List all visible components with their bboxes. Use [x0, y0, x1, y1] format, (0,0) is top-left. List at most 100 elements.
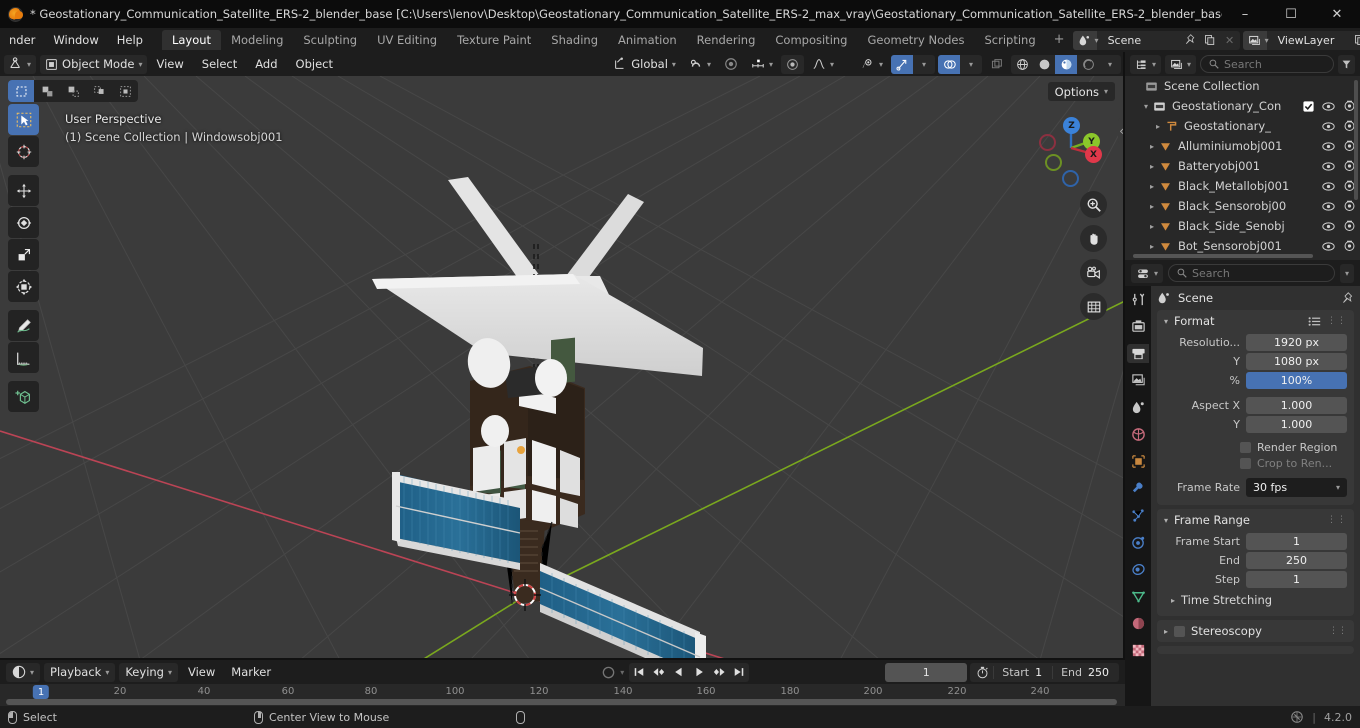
frame-start-field[interactable]: 1 — [1246, 533, 1347, 550]
outliner-search-input[interactable]: Search — [1200, 55, 1334, 73]
row-disclosure[interactable]: ▸ — [1145, 202, 1159, 211]
shading-mode-group[interactable]: ▾ — [1011, 54, 1121, 74]
gizmo-axis-x[interactable]: X — [1085, 146, 1102, 163]
jump-to-next-keyframe-button[interactable] — [709, 663, 729, 682]
frame-range-panel-header[interactable]: ▾ Frame Range ⋮⋮ — [1157, 509, 1354, 531]
rotate-tool-button[interactable] — [8, 207, 39, 238]
outliner-row-geostationary-collection[interactable]: ▾ Geostationary_Con — [1125, 96, 1360, 116]
overlay-toggle-group[interactable]: ▾ — [938, 54, 982, 74]
timeline-scrollbar[interactable] — [6, 699, 1117, 705]
view-layer-tab[interactable] — [1127, 371, 1149, 390]
outliner-row-bot-sensor[interactable]: ▸ Bot_Sensorobj001 — [1125, 236, 1360, 256]
row-disclosure[interactable]: ▸ — [1145, 182, 1159, 191]
world-tab[interactable] — [1127, 425, 1149, 444]
tab-compositing[interactable]: Compositing — [765, 30, 857, 50]
texture-tab[interactable] — [1127, 641, 1149, 660]
jump-to-start-button[interactable] — [629, 663, 649, 682]
timeline-editor-type-button[interactable]: ▾ — [6, 662, 41, 682]
menu-render[interactable]: nder — [0, 28, 44, 52]
outliner-vertical-scrollbar[interactable] — [1354, 80, 1358, 200]
timeline-view-menu[interactable]: View — [182, 663, 221, 682]
resolution-percent-field[interactable]: 100% — [1246, 372, 1347, 389]
select-mode-group[interactable] — [8, 80, 138, 102]
rendered-shading-icon[interactable] — [1077, 55, 1099, 74]
pin-id-icon[interactable] — [1341, 291, 1354, 305]
object-tab[interactable] — [1127, 452, 1149, 471]
gizmo-axis-neg-z[interactable] — [1062, 170, 1079, 187]
new-viewlayer-icon[interactable] — [1350, 31, 1360, 50]
annotate-tool-button[interactable] — [8, 310, 39, 341]
tab-texture-paint[interactable]: Texture Paint — [447, 30, 541, 50]
menu-help[interactable]: Help — [108, 28, 152, 52]
frame-rate-dropdown[interactable]: 30 fps ▾ — [1246, 478, 1347, 497]
chevron-down-icon[interactable]: ▾ — [1164, 516, 1168, 525]
menu-window[interactable]: Window — [44, 28, 107, 52]
select-extend-mode-icon[interactable] — [34, 80, 60, 102]
tool-tab[interactable] — [1127, 290, 1149, 309]
eye-icon[interactable] — [1322, 121, 1335, 132]
object-mode-selector[interactable]: Object Mode ▾ — [40, 54, 148, 74]
tab-sculpting[interactable]: Sculpting — [293, 30, 367, 50]
row-disclosure[interactable]: ▸ — [1145, 222, 1159, 231]
physics-tab[interactable] — [1127, 533, 1149, 552]
tab-scripting[interactable]: Scripting — [975, 30, 1046, 50]
resolution-y-field[interactable]: 1080 px — [1246, 353, 1347, 370]
select-invert-mode-icon[interactable] — [86, 80, 112, 102]
select-subtract-mode-icon[interactable] — [60, 80, 86, 102]
snap-magnet-button[interactable]: ▾ — [684, 55, 716, 74]
row-disclosure[interactable]: ▸ — [1145, 242, 1159, 251]
tab-rendering[interactable]: Rendering — [687, 30, 766, 50]
frame-end-field[interactable]: 250 — [1246, 552, 1347, 569]
select-box-mode-icon[interactable] — [8, 80, 34, 102]
transform-tool-button[interactable] — [8, 271, 39, 302]
eye-icon[interactable] — [1322, 241, 1335, 252]
tab-shading[interactable]: Shading — [541, 30, 608, 50]
tweak-tool-button[interactable] — [8, 104, 39, 135]
camera-view-icon[interactable] — [1080, 259, 1107, 286]
crop-to-render-checkbox[interactable] — [1240, 458, 1251, 469]
gizmo-toggle-group[interactable]: ▾ — [891, 54, 935, 74]
frame-step-field[interactable]: 1 — [1246, 571, 1347, 588]
visibility-selector[interactable]: ▾ — [855, 55, 888, 74]
falloff-curve-button[interactable]: ▾ — [807, 55, 839, 74]
tab-uv-editing[interactable]: UV Editing — [367, 30, 447, 50]
solid-shading-icon[interactable] — [1033, 55, 1055, 74]
keying-menu-button[interactable]: Keying ▾ — [119, 662, 178, 682]
properties-editor-type-button[interactable]: ▾ — [1131, 263, 1164, 283]
checkbox-icon[interactable] — [1303, 100, 1314, 112]
resolution-x-field[interactable]: 1920 px — [1246, 334, 1347, 351]
properties-search-input[interactable]: Search — [1168, 264, 1335, 282]
aspect-x-field[interactable]: 1.000 — [1246, 397, 1347, 414]
render-tab[interactable] — [1127, 317, 1149, 336]
render-region-checkbox[interactable] — [1240, 442, 1251, 453]
xray-toggle-button[interactable] — [985, 55, 1008, 74]
stereoscopy-checkbox[interactable] — [1174, 625, 1186, 637]
panel-drag-handle[interactable]: ⋮⋮ — [1327, 316, 1347, 326]
time-stretching-subpanel[interactable]: ▸ Time Stretching — [1157, 590, 1354, 610]
viewport-menu-view[interactable]: View — [147, 55, 192, 74]
material-preview-shading-icon[interactable] — [1055, 54, 1077, 74]
camera-icon[interactable] — [1343, 220, 1356, 232]
eye-icon[interactable] — [1322, 221, 1335, 232]
outliner-row-black-sensor[interactable]: ▸ Black_Sensorobj00 — [1125, 196, 1360, 216]
scene-selector[interactable]: ▾ Scene ✕ — [1072, 30, 1240, 50]
outliner-editor-type-button[interactable]: ▾ — [1130, 54, 1162, 74]
eye-icon[interactable] — [1322, 101, 1335, 112]
render-region-checkbox-row[interactable]: Render Region — [1240, 441, 1347, 454]
timeline-marker-menu[interactable]: Marker — [225, 663, 277, 682]
show-gizmo-icon[interactable] — [891, 54, 913, 74]
tab-geometry-nodes[interactable]: Geometry Nodes — [857, 30, 974, 50]
eye-icon[interactable] — [1322, 161, 1335, 172]
move-tool-button[interactable] — [8, 175, 39, 206]
outliner-row-black-metall[interactable]: ▸ Black_Metallobj001 — [1125, 176, 1360, 196]
timeline-ruler[interactable]: 20 40 60 80 100 120 140 160 180 200 220 … — [0, 684, 1125, 706]
close-button[interactable]: ✕ — [1314, 0, 1360, 28]
row-disclosure[interactable]: ▸ — [1145, 142, 1159, 151]
data-tab[interactable] — [1127, 587, 1149, 606]
outliner-row-scene-collection[interactable]: Scene Collection — [1125, 76, 1360, 96]
3d-viewport[interactable]: User Perspective (1) Scene Collection | … — [0, 76, 1125, 660]
panel-drag-handle[interactable]: ⋮⋮ — [1327, 515, 1347, 525]
eye-icon[interactable] — [1322, 181, 1335, 192]
snap-increment-button[interactable]: ▾ — [746, 55, 778, 74]
scene-tab[interactable] — [1127, 398, 1149, 417]
